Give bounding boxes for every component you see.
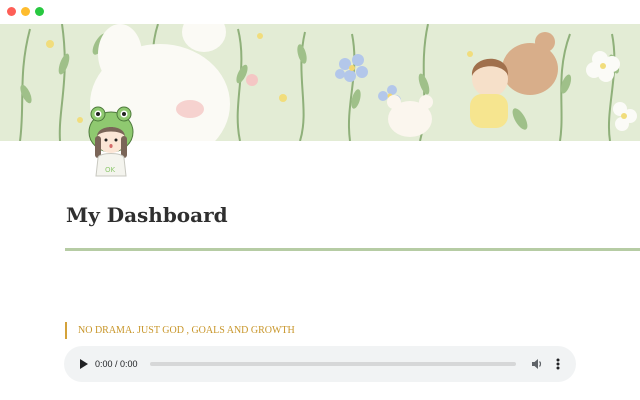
minimize-window-button[interactable] [21,7,30,16]
volume-icon[interactable] [530,357,544,371]
progress-slider[interactable] [150,362,516,366]
more-vert-icon[interactable] [552,356,564,372]
page-title: My Dashboard [66,203,228,227]
zoom-window-button[interactable] [35,7,44,16]
audio-player: 0:00 / 0:00 [64,346,576,382]
close-window-button[interactable] [7,7,16,16]
svg-text:OK: OK [105,166,116,174]
window-titlebar [0,0,640,24]
play-icon[interactable] [76,357,90,371]
avatar[interactable]: OK [78,102,144,182]
time-display: 0:00 / 0:00 [95,359,138,369]
title-divider [65,248,640,251]
motto-quote: NO DRAMA. JUST GOD , GOALS AND GROWTH [65,322,295,339]
